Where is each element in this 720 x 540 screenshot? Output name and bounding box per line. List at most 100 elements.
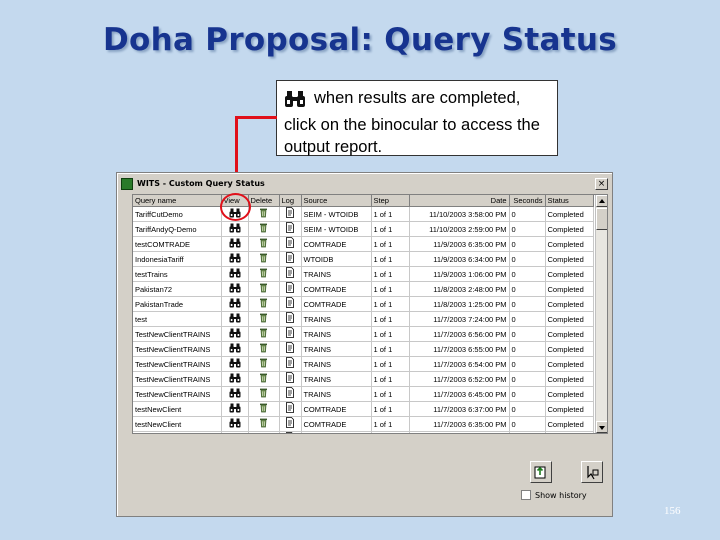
step-cell: 1 of 1 — [371, 416, 410, 432]
delete-button[interactable] — [248, 296, 280, 312]
view-binoculars-button[interactable] — [221, 416, 249, 432]
table-row[interactable]: IndonesiaTariff WTOIDB 1 of 1 11/9/2003 6:3… — [133, 251, 594, 267]
table-row[interactable]: testTrains TRAINS 1 of 1 11/9/2003 1:06:00 … — [133, 266, 594, 282]
log-button[interactable] — [279, 416, 302, 432]
binoculars-icon — [229, 253, 241, 265]
delete-button[interactable] — [248, 431, 280, 433]
table-row[interactable]: testCOMTRADE COMTRADE 1 of 1 11/9/2003 6:35… — [133, 236, 594, 252]
log-document-icon — [285, 267, 295, 280]
view-binoculars-button[interactable] — [221, 281, 249, 297]
log-button[interactable] — [279, 206, 302, 222]
delete-button[interactable] — [248, 386, 280, 402]
log-button[interactable] — [279, 356, 302, 372]
view-binoculars-button[interactable] — [221, 356, 249, 372]
scroll-down-button[interactable] — [596, 421, 607, 433]
log-button[interactable] — [279, 341, 302, 357]
seconds-cell: 0 — [509, 266, 546, 282]
refresh-button[interactable] — [581, 461, 603, 483]
query-name-cell: TestNewClientTRAINS — [133, 341, 222, 357]
view-binoculars-button[interactable] — [221, 266, 249, 282]
column-header-seconds[interactable]: Seconds — [509, 195, 546, 207]
delete-button[interactable] — [248, 266, 280, 282]
recycle-icon — [258, 283, 269, 295]
delete-button[interactable] — [248, 371, 280, 387]
delete-button[interactable] — [248, 356, 280, 372]
view-binoculars-button[interactable] — [221, 341, 249, 357]
table-row[interactable]: PakistanTrade COMTRADE 1 of 1 11/8/2003 1:2… — [133, 296, 594, 312]
delete-button[interactable] — [248, 416, 280, 432]
log-button[interactable] — [279, 251, 302, 267]
view-binoculars-button[interactable] — [221, 371, 249, 387]
status-cell: Completed — [545, 266, 594, 282]
view-binoculars-button[interactable] — [221, 311, 249, 327]
log-button[interactable] — [279, 296, 302, 312]
scroll-thumb[interactable] — [596, 208, 607, 230]
delete-button[interactable] — [248, 341, 280, 357]
delete-button[interactable] — [248, 311, 280, 327]
log-button[interactable] — [279, 386, 302, 402]
delete-button[interactable] — [248, 281, 280, 297]
delete-button[interactable] — [248, 221, 280, 237]
log-document-icon — [285, 327, 295, 340]
table-row[interactable]: Pakistan72 COMTRADE 1 of 1 11/8/2003 2:48:0… — [133, 281, 594, 297]
scroll-up-button[interactable] — [596, 195, 607, 207]
table-row[interactable]: testNewClient COMTRADE1 of 111/7/2003 6:3… — [133, 401, 594, 417]
pointer-line-horizontal — [235, 116, 277, 119]
log-button[interactable] — [279, 311, 302, 327]
delete-button[interactable] — [248, 236, 280, 252]
show-history-option[interactable]: Show history — [521, 490, 587, 500]
delete-button[interactable] — [248, 326, 280, 342]
delete-button[interactable] — [248, 251, 280, 267]
show-history-checkbox[interactable] — [521, 490, 531, 500]
table-row[interactable]: TestNewClientTRAINS TRAINS 1 of 1 11/7/2003… — [133, 326, 594, 342]
delete-button[interactable] — [248, 401, 280, 417]
source-cell: TRAINS — [301, 356, 372, 372]
table-row[interactable]: TariffAndyQ-Demo SEIM - WTOIDB 1 of 1 11/10… — [133, 221, 594, 237]
table-row[interactable]: test TRAINS 1 of 1 11/7/2003 7:24:00 PM 0 Com… — [133, 311, 594, 327]
table-row[interactable]: testNewClient COMTRADE1 of 111/7/2003 6:3… — [133, 416, 594, 432]
table-row[interactable]: TestNewClientTRAINS TRAINS 1 of 1 11/7/2003… — [133, 341, 594, 357]
close-button[interactable]: × — [595, 177, 608, 190]
status-cell: Completed — [545, 296, 594, 312]
column-header-date[interactable]: Date — [409, 195, 510, 207]
log-button[interactable] — [279, 281, 302, 297]
binoculars-icon — [229, 268, 241, 280]
export-button[interactable] — [530, 461, 552, 483]
view-binoculars-button[interactable] — [221, 386, 249, 402]
view-binoculars-button[interactable] — [221, 431, 249, 433]
table-row[interactable]: TestNewClientTRAINS TRAINS 1 of 1 11/7/2003… — [133, 386, 594, 402]
step-cell: 1 of 1 — [371, 236, 410, 252]
vertical-scrollbar[interactable] — [595, 195, 607, 433]
seconds-cell: 0 — [509, 206, 546, 222]
recycle-icon — [258, 373, 269, 385]
column-header-status[interactable]: Status — [545, 195, 594, 207]
log-button[interactable] — [279, 266, 302, 282]
column-header-delete[interactable]: Delete — [248, 195, 280, 207]
view-binoculars-button[interactable] — [221, 296, 249, 312]
column-header-query-name[interactable]: Query name — [133, 195, 222, 207]
log-button[interactable] — [279, 371, 302, 387]
delete-button[interactable] — [248, 206, 280, 222]
view-binoculars-button[interactable] — [221, 251, 249, 267]
log-document-icon — [285, 357, 295, 370]
view-binoculars-button[interactable] — [221, 326, 249, 342]
source-cell: COMTRADE — [301, 236, 372, 252]
date-cell: 11/7/2003 6:33:00 PM — [409, 431, 510, 433]
table-row[interactable]: TariffCutDemo SEIM - WTOIDB 1 of 1 11/10/20… — [133, 206, 594, 222]
seconds-cell: 0 — [509, 326, 546, 342]
view-binoculars-button[interactable] — [221, 221, 249, 237]
log-button[interactable] — [279, 401, 302, 417]
log-button[interactable] — [279, 236, 302, 252]
column-header-source[interactable]: Source — [301, 195, 372, 207]
log-button[interactable] — [279, 431, 302, 433]
table-row[interactable]: testNewClient COMTRADE1 of 111/7/2003 6:3… — [133, 431, 594, 433]
view-binoculars-button[interactable] — [221, 401, 249, 417]
column-header-log[interactable]: Log — [279, 195, 302, 207]
column-header-step[interactable]: Step — [371, 195, 410, 207]
table-row[interactable]: TestNewClientTRAINS TRAINS 1 of 1 11/7/2003… — [133, 356, 594, 372]
table-row[interactable]: TestNewClientTRAINS TRAINS 1 of 1 11/7/2003… — [133, 371, 594, 387]
log-button[interactable] — [279, 326, 302, 342]
view-binoculars-button[interactable] — [221, 236, 249, 252]
source-cell: TRAINS — [301, 311, 372, 327]
log-button[interactable] — [279, 221, 302, 237]
